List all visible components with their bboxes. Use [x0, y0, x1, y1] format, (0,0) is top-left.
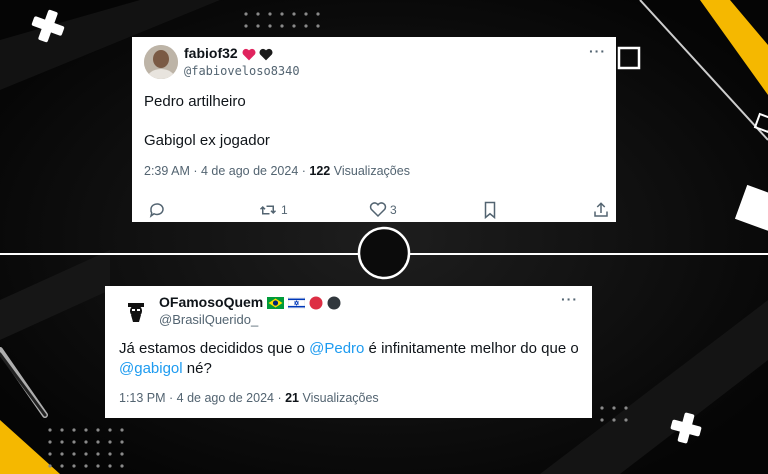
tweet-text-line-2: @gabigol né?: [119, 360, 212, 377]
reply-icon: [149, 203, 164, 218]
display-name[interactable]: fabiof32: [184, 45, 273, 61]
israel-flag-icon: [288, 297, 306, 310]
black-circle-icon: [327, 296, 341, 310]
views-label: Visualizações: [299, 391, 379, 405]
mention-gabigol[interactable]: @gabigol: [119, 360, 183, 377]
avatar[interactable]: [144, 45, 178, 79]
tweet-meta: 2:39 AM · 4 de ago de 2024 · 122 Visuali…: [144, 164, 410, 178]
share-button[interactable]: [592, 201, 610, 219]
mention-pedro[interactable]: @Pedro: [309, 340, 364, 357]
tweet-text-line-1: Pedro artilheiro: [144, 93, 246, 110]
tweet-card-2[interactable]: OFamosoQuem @BrasilQuerido_ ··· Já estam…: [105, 286, 592, 418]
tweet-meta: 1:13 PM · 4 de ago de 2024 · 21 Visualiz…: [119, 391, 379, 405]
red-circle-icon: [309, 296, 323, 310]
views-count: 122: [309, 164, 331, 178]
avatar[interactable]: [119, 294, 153, 328]
like-count: 3: [390, 203, 397, 217]
more-options-icon[interactable]: ···: [589, 43, 606, 59]
black-heart-icon: [259, 48, 273, 61]
views-label: Visualizações: [330, 164, 410, 178]
bookmark-icon: [484, 201, 496, 219]
timestamp[interactable]: 2:39 AM · 4 de ago de 2024 ·: [144, 164, 309, 178]
retweet-count: 1: [281, 203, 288, 217]
reply-button[interactable]: [148, 201, 166, 219]
heart-icon: [369, 202, 387, 218]
retweet-button[interactable]: 1: [258, 201, 288, 219]
retweet-icon: [259, 205, 277, 215]
red-heart-icon: [242, 48, 256, 61]
user-handle[interactable]: @fabioveloso8340: [184, 64, 300, 78]
bookmark-button[interactable]: [482, 201, 498, 219]
user-handle[interactable]: @BrasilQuerido_: [159, 312, 258, 327]
tweet-text-line-1: Já estamos decididos que o @Pedro é infi…: [119, 340, 579, 357]
like-button[interactable]: 3: [369, 201, 397, 219]
action-bar: 1 3: [132, 201, 616, 221]
tweet-card-1[interactable]: fabiof32 @fabioveloso8340 ··· Pedro arti…: [132, 37, 616, 222]
field-center-circle: [357, 226, 411, 280]
share-icon: [594, 202, 608, 217]
tweet-text-line-2: Gabigol ex jogador: [144, 132, 270, 149]
timestamp[interactable]: 1:13 PM · 4 de ago de 2024 ·: [119, 391, 285, 405]
brazil-flag-icon: [267, 297, 285, 310]
views-count: 21: [285, 391, 299, 405]
display-name[interactable]: OFamosoQuem: [159, 294, 341, 310]
more-options-icon[interactable]: ···: [561, 291, 578, 307]
